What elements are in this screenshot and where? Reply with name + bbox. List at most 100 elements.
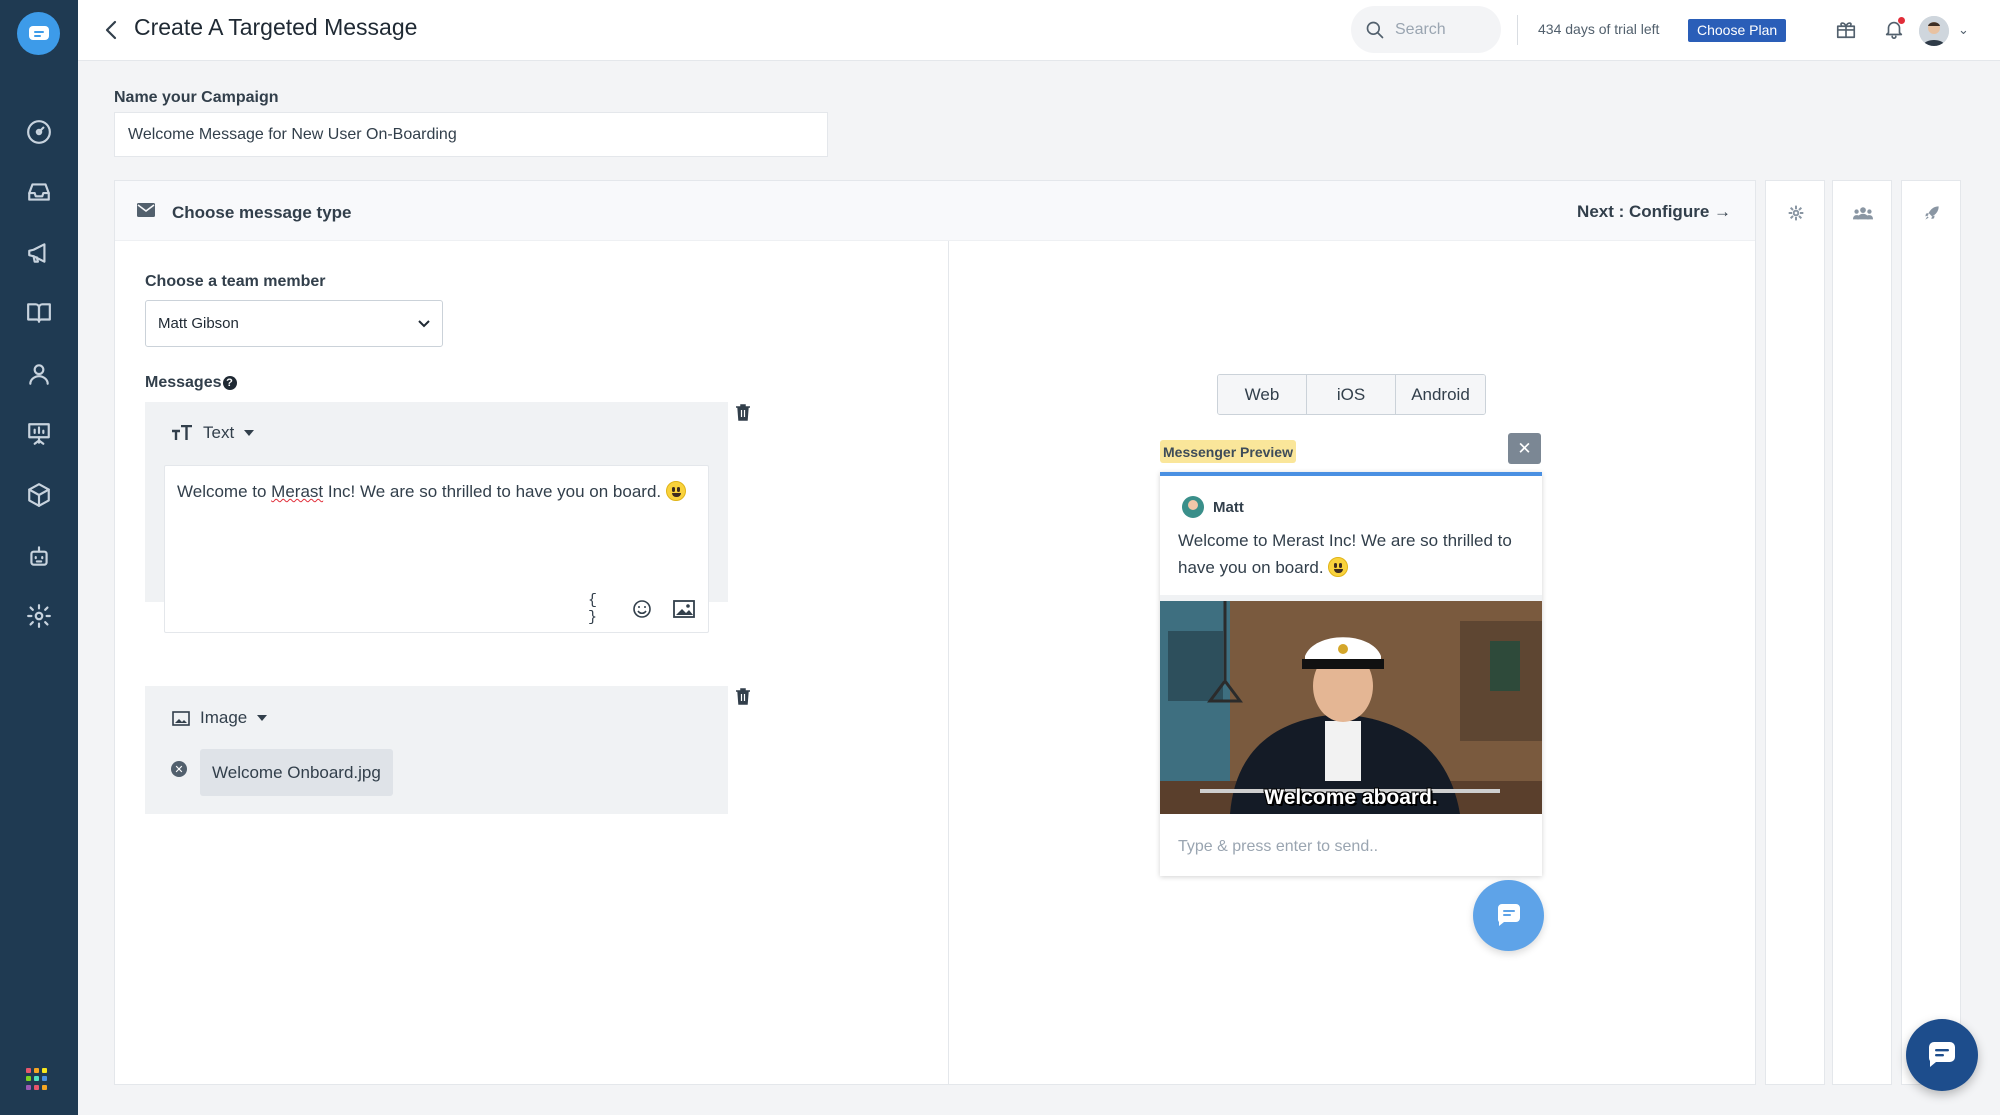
nav-campaigns[interactable] — [24, 238, 54, 268]
choose-plan-button[interactable]: Choose Plan — [1688, 19, 1787, 42]
tab-ios[interactable]: iOS — [1307, 375, 1396, 414]
smiley-icon — [633, 600, 651, 618]
divider — [1517, 15, 1518, 45]
reply-input[interactable] — [1178, 838, 1518, 856]
search-input[interactable] — [1395, 20, 1485, 39]
gif-caption: Welcome aboard. — [1264, 786, 1438, 809]
card-title: Choose message type — [172, 203, 352, 222]
configure-step-button[interactable] — [1786, 203, 1806, 223]
search-box[interactable] — [1351, 6, 1501, 53]
message-editor[interactable]: Welcome to Merast Inc! We are so thrille… — [164, 465, 709, 633]
smiley-emoji-icon — [665, 481, 686, 501]
top-bar: Create A Targeted Message 434 days of tr… — [78, 0, 2000, 61]
side-tab-audience — [1832, 180, 1892, 1085]
message-type-dropdown[interactable]: Text — [171, 423, 255, 443]
megaphone-icon — [28, 243, 46, 263]
tab-android[interactable]: Android — [1396, 375, 1485, 414]
text-message-block: Text Welcome to Merast Inc! We are so th… — [145, 402, 728, 633]
messenger-preview: Matt Welcome to Merast Inc! We are so th… — [1160, 472, 1542, 876]
sidebar — [0, 0, 78, 1115]
delete-image-block-trash-icon[interactable] — [735, 687, 751, 705]
nav-knowledge-base[interactable] — [24, 298, 54, 328]
messages-label-text: Messages — [145, 374, 222, 391]
insert-image-button[interactable] — [672, 598, 696, 620]
notifications-button[interactable] — [1880, 15, 1908, 43]
misspelled-word: Merast — [271, 482, 324, 501]
image-icon — [172, 710, 190, 726]
book-icon — [27, 303, 51, 323]
message-text-part: Inc! We are so thrilled to have you on b… — [323, 482, 666, 501]
search-icon — [1366, 21, 1384, 38]
bot-icon — [30, 546, 48, 566]
delete-text-block-trash-icon[interactable] — [735, 403, 751, 421]
envelope-icon — [137, 203, 155, 217]
team-member-label: Choose a team member — [145, 273, 326, 290]
back-button[interactable] — [96, 15, 126, 45]
preview-message: Welcome to Merast Inc! We are so thrille… — [1178, 527, 1528, 581]
smiley-emoji-icon — [1328, 557, 1349, 577]
message-text[interactable]: Welcome to Merast Inc! We are so thrille… — [177, 480, 697, 504]
messages-label: Messages ? — [145, 374, 237, 392]
nav-dashboard[interactable] — [24, 117, 54, 147]
nav-bots[interactable] — [24, 541, 54, 571]
message-type-label: Image — [200, 708, 248, 727]
text-format-icon — [172, 425, 192, 440]
remove-file-icon[interactable]: ✕ — [171, 761, 187, 777]
chat-logo-icon — [28, 25, 49, 40]
nav-inbox[interactable] — [24, 177, 54, 207]
sender-avatar — [1182, 496, 1204, 518]
image-message-block: Image ✕ Welcome Onboard.jpg — [145, 686, 728, 814]
audience-step-button[interactable] — [1853, 203, 1873, 223]
nav-reports[interactable] — [24, 419, 54, 449]
side-tab-configure — [1765, 180, 1825, 1085]
captain-illustration — [1160, 601, 1542, 814]
nav-contacts[interactable] — [24, 359, 54, 389]
team-member-value: Matt Gibson — [158, 315, 239, 332]
app-switcher-icon[interactable] — [26, 1068, 48, 1090]
message-type-dropdown[interactable]: Image — [172, 708, 268, 728]
card-header: Choose message type Next : Configure → — [115, 181, 1755, 241]
nav-apps[interactable] — [24, 480, 54, 510]
presentation-icon — [28, 423, 50, 445]
app-logo[interactable] — [17, 12, 60, 55]
support-chat-button[interactable] — [1906, 1019, 1978, 1091]
caret-down-icon — [244, 430, 255, 436]
attached-file-chip: Welcome Onboard.jpg — [200, 749, 393, 796]
sender-name: Matt — [1213, 498, 1244, 516]
messenger-launcher-button[interactable] — [1473, 880, 1544, 951]
campaign-name-input[interactable] — [114, 112, 828, 157]
welcome-gif-image: Welcome aboard. — [1160, 601, 1542, 814]
gift-icon — [1836, 22, 1856, 39]
campaign-name-label: Name your Campaign — [114, 89, 279, 106]
chat-bubble-icon — [1497, 903, 1520, 926]
chevron-down-icon[interactable]: ⌄ — [1958, 22, 1969, 38]
variable-insert-button[interactable]: { } — [588, 592, 612, 626]
message-text-part: Welcome to — [177, 482, 272, 501]
dashboard-icon — [27, 120, 51, 144]
emoji-picker-button[interactable] — [630, 598, 654, 620]
nav-settings[interactable] — [24, 601, 54, 631]
avatar-image — [1919, 16, 1949, 46]
message-sender: Matt — [1182, 496, 1244, 518]
help-icon[interactable]: ? — [222, 376, 237, 390]
launch-step-button[interactable] — [1922, 203, 1942, 223]
editor-toolbar: { } — [588, 592, 696, 626]
chat-bubble-icon — [1929, 1042, 1955, 1067]
messenger-preview-badge: Messenger Preview — [1160, 440, 1296, 463]
users-icon — [1853, 207, 1873, 220]
box-icon — [28, 483, 50, 507]
chevron-down-icon — [418, 319, 430, 327]
close-preview-button[interactable]: ✕ — [1508, 433, 1541, 464]
column-divider — [948, 241, 949, 1084]
user-icon — [29, 364, 49, 385]
gear-icon — [1788, 205, 1804, 221]
user-avatar[interactable] — [1919, 16, 1949, 46]
team-member-select[interactable]: Matt Gibson — [145, 300, 443, 347]
gift-button[interactable] — [1832, 15, 1860, 43]
chevron-left-icon — [105, 20, 117, 40]
tab-web[interactable]: Web — [1218, 375, 1307, 414]
next-configure-button[interactable]: Next : Configure → — [1577, 202, 1731, 222]
settings-icon — [27, 604, 51, 628]
message-type-label: Text — [203, 423, 235, 442]
platform-tabs: Web iOS Android — [1217, 374, 1486, 415]
